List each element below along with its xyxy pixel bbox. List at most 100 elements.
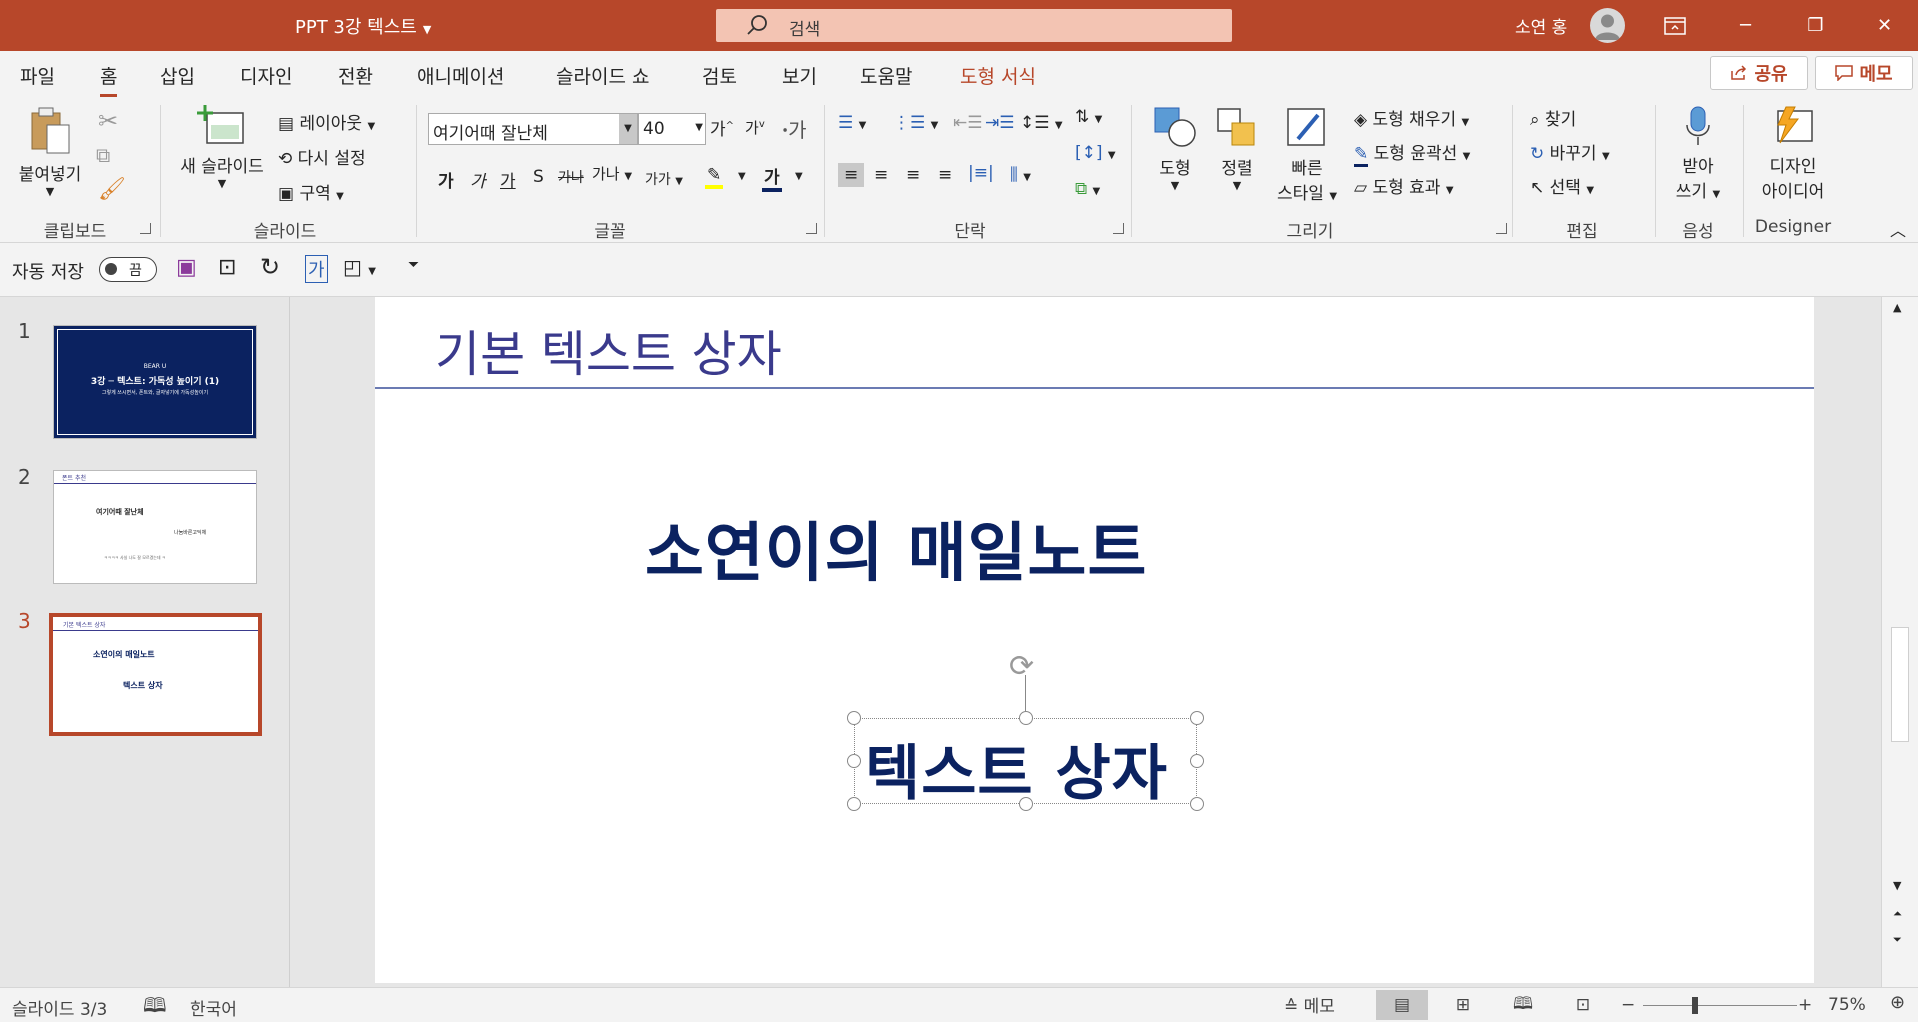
tab-file[interactable]: 파일	[20, 62, 55, 89]
zoom-slider-thumb[interactable]	[1692, 997, 1698, 1014]
font-size-field[interactable]: 40 ▼	[638, 113, 706, 145]
resize-handle[interactable]	[1019, 711, 1033, 725]
design-ideas-button[interactable]: 디자인 아이디어	[1752, 105, 1834, 202]
increase-indent-icon[interactable]: ⇥☰	[985, 113, 1014, 133]
start-from-beginning-icon[interactable]: ⊡	[218, 255, 236, 280]
chevron-down-icon[interactable]: ▼	[738, 171, 746, 182]
slide-thumbnail-2[interactable]: 폰트 추천 여기어때 잘난체 나눔바른고딕체 ㅋㅋㅋㅋ 사실 나도 잘 모르겠는…	[53, 470, 257, 584]
shape-effects-button[interactable]: ▱ 도형 효과 ▼	[1354, 173, 1454, 198]
line-spacing-icon[interactable]: ↕☰ ▼	[1020, 113, 1063, 133]
collapse-ribbon-icon[interactable]: ︿	[1890, 217, 1906, 241]
copy-icon[interactable]: ⧉	[96, 143, 110, 167]
chevron-down-icon[interactable]: ▼	[695, 122, 703, 133]
shapes-qat-icon[interactable]: ◰ ▼	[343, 255, 376, 279]
slide-body-text[interactable]: 소연이의 매일노트	[645, 502, 1147, 594]
customize-qat-icon[interactable]: ⏷	[408, 257, 419, 273]
chevron-down-icon[interactable]: ▼	[619, 114, 637, 144]
drawing-launcher-icon[interactable]	[1496, 223, 1507, 234]
normal-view-button[interactable]: ▤	[1376, 990, 1428, 1020]
fit-to-window-icon[interactable]: ⊕	[1890, 992, 1905, 1013]
replace-button[interactable]: ↻ 바꾸기 ▼	[1530, 139, 1610, 164]
align-right-icon[interactable]: ≡	[906, 165, 920, 185]
font-color-button[interactable]: 가	[762, 163, 782, 192]
tab-animations[interactable]: 애니메이션	[417, 62, 504, 89]
new-slide-button[interactable]: 새 슬라이드 ▼	[172, 105, 272, 190]
reset-button[interactable]: ⟲ 다시 설정	[278, 144, 366, 169]
bullets-icon[interactable]: ☰ ▼	[838, 113, 866, 133]
decrease-indent-icon[interactable]: ⇤☰	[953, 113, 982, 133]
slide-sorter-button[interactable]: ⊞	[1437, 990, 1489, 1020]
scroll-up-icon[interactable]: ▲	[1893, 301, 1901, 314]
close-button[interactable]: ✕	[1850, 0, 1918, 51]
find-button[interactable]: ⌕ 찾기	[1530, 105, 1576, 130]
restore-button[interactable]: ❐	[1781, 0, 1850, 51]
resize-handle[interactable]	[1190, 797, 1204, 811]
layout-button[interactable]: ▤ 레이아웃 ▼	[278, 109, 375, 134]
tab-slideshow[interactable]: 슬라이드 쇼	[556, 62, 649, 89]
select-button[interactable]: ↖ 선택 ▼	[1530, 173, 1594, 198]
user-name[interactable]: 소연 홍	[1515, 13, 1567, 38]
zoom-slider[interactable]	[1643, 1005, 1797, 1006]
section-button[interactable]: ▣ 구역 ▼	[278, 179, 344, 204]
resize-handle[interactable]	[847, 797, 861, 811]
spell-check-icon[interactable]: 🕮	[143, 991, 167, 1022]
arrange-button[interactable]: 정렬 ▼	[1210, 105, 1264, 192]
shape-fill-button[interactable]: ◈ 도형 채우기 ▼	[1354, 105, 1469, 130]
underline-button[interactable]: 가	[500, 167, 516, 192]
bold-button[interactable]: 가	[438, 167, 454, 192]
shrink-font-button[interactable]: 가v	[745, 117, 765, 138]
scroll-down-icon[interactable]: ▼	[1893, 879, 1901, 892]
chevron-down-icon[interactable]: ▼	[795, 171, 803, 182]
shape-outline-button[interactable]: ✎ 도형 윤곽선 ▼	[1354, 139, 1470, 167]
highlight-icon[interactable]: ✎	[705, 165, 724, 189]
quick-styles-button[interactable]: 빠른 스타일 ▼	[1270, 105, 1344, 204]
clipboard-launcher-icon[interactable]	[140, 223, 151, 234]
minimize-button[interactable]: ─	[1711, 0, 1780, 51]
tab-home[interactable]: 홈	[100, 62, 118, 97]
shapes-button[interactable]: 도형 ▼	[1148, 105, 1202, 192]
italic-button[interactable]: 가	[470, 167, 486, 192]
zoom-in-icon[interactable]: +	[1798, 995, 1812, 1015]
slide-thumbnail-3[interactable]: 기본 텍스트 상자 소연이의 매일노트 텍스트 상자	[49, 613, 262, 736]
grow-font-button[interactable]: 가^	[710, 115, 734, 140]
document-title[interactable]: PPT 3강 텍스트 ▼	[295, 13, 431, 39]
tab-view[interactable]: 보기	[782, 62, 817, 89]
share-button[interactable]: 공유	[1710, 56, 1808, 90]
slideshow-button[interactable]: ⊡	[1557, 990, 1609, 1020]
slide-title[interactable]: 기본 텍스트 상자	[435, 315, 782, 386]
font-launcher-icon[interactable]	[806, 223, 817, 234]
avatar[interactable]	[1590, 8, 1625, 43]
ribbon-display-button[interactable]	[1640, 0, 1709, 51]
align-text-icon[interactable]: [↕] ▼	[1075, 143, 1116, 163]
redo-icon[interactable]: ↻	[260, 253, 280, 281]
rotate-handle-icon[interactable]: ⟳	[1009, 649, 1034, 684]
text-direction-icon[interactable]: ⇅ ▼	[1075, 107, 1102, 127]
character-spacing-button[interactable]: 가나 ▼	[592, 163, 632, 184]
format-painter-icon[interactable]: 🖌	[98, 177, 126, 202]
change-case-button[interactable]: 가가 ▼	[645, 169, 683, 189]
zoom-out-icon[interactable]: −	[1621, 995, 1635, 1015]
resize-handle[interactable]	[1019, 797, 1033, 811]
previous-slide-icon[interactable]: ⏶	[1893, 907, 1902, 921]
tab-insert[interactable]: 삽입	[160, 62, 195, 89]
autosave-toggle[interactable]: 끔	[99, 257, 157, 282]
columns-icon[interactable]: ⫼ ▼	[1010, 165, 1031, 185]
text-box-content[interactable]: 텍스트 상자	[865, 725, 1168, 812]
resize-handle[interactable]	[1190, 711, 1204, 725]
paragraph-launcher-icon[interactable]	[1113, 223, 1124, 234]
resize-handle[interactable]	[847, 754, 861, 768]
search-box[interactable]: 검색	[716, 9, 1232, 42]
numbering-icon[interactable]: ⋮☰ ▼	[893, 113, 938, 133]
tab-help[interactable]: 도움말	[860, 62, 912, 89]
strikethrough-button[interactable]: 가나	[558, 167, 584, 187]
slide-thumbnail-1[interactable]: BEAR U 3강 ─ 텍스트: 가독성 높이기 (1) 그렇게 쓰시면서, 폰…	[53, 325, 257, 439]
tab-review[interactable]: 검토	[702, 62, 737, 89]
shadow-button[interactable]: S	[533, 167, 544, 187]
cut-icon[interactable]: ✂	[98, 107, 118, 135]
scrollbar-thumb[interactable]	[1891, 627, 1909, 742]
save-icon[interactable]: ▣	[176, 255, 197, 280]
vertical-scrollbar[interactable]: ▲ ▼ ⏶ ⏷	[1881, 297, 1918, 987]
reading-view-button[interactable]: 🕮	[1497, 990, 1549, 1020]
tab-transitions[interactable]: 전환	[338, 62, 373, 89]
align-center-icon[interactable]: ≡	[874, 165, 888, 185]
